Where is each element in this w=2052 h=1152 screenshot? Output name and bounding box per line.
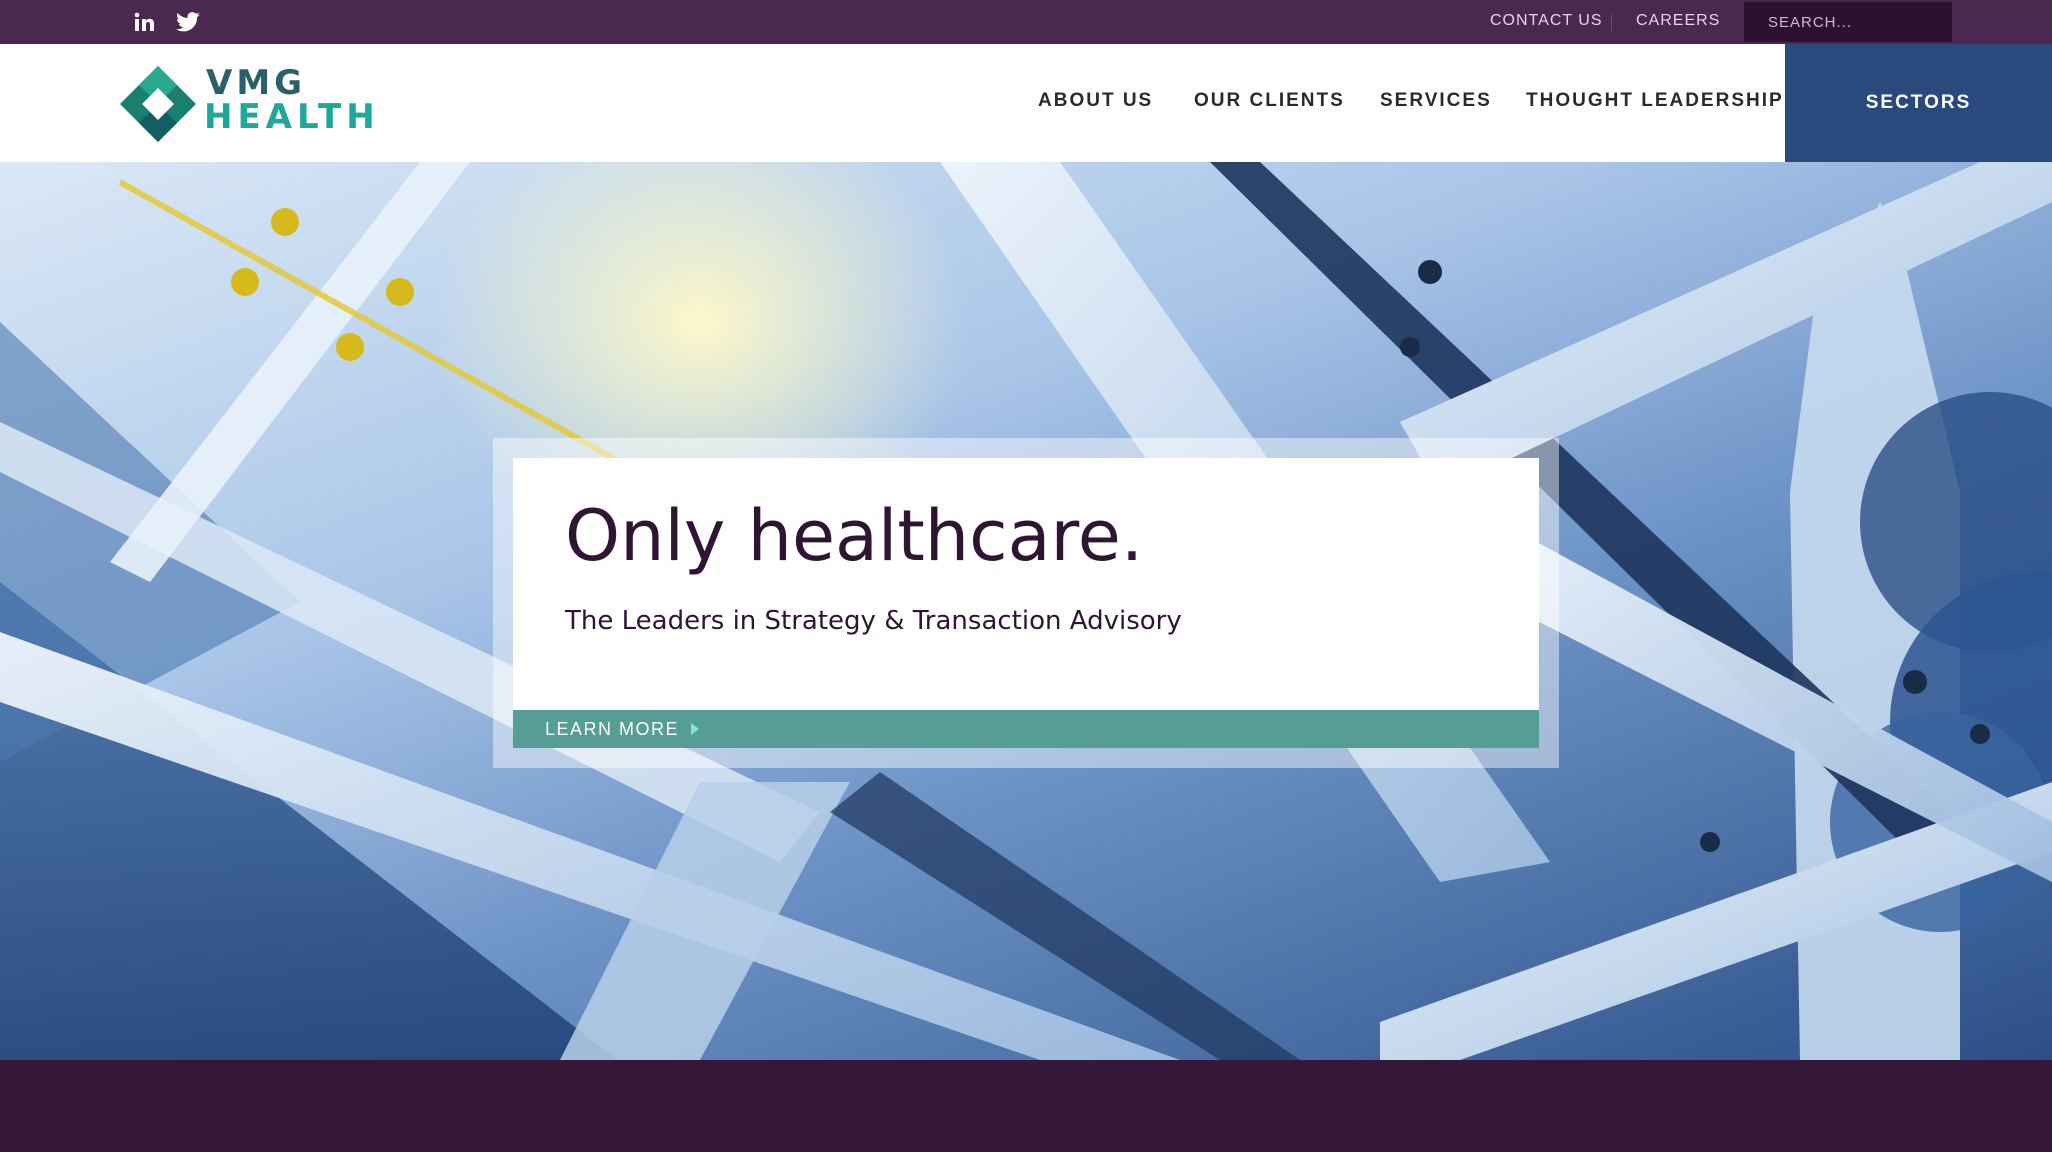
contact-us-link[interactable]: CONTACT US [1490,12,1603,30]
learn-more-button[interactable]: LEARN MORE [513,710,1539,748]
sectors-button[interactable]: SECTORS [1785,44,2052,162]
careers-link[interactable]: CAREERS [1636,12,1720,30]
search-input[interactable] [1744,2,1952,42]
footer-band [0,1060,2052,1152]
twitter-icon[interactable] [176,10,200,34]
linkedin-icon[interactable] [132,10,156,34]
logo-mark-icon [120,66,196,142]
logo-text-health: HEALTH [204,97,380,137]
nav-services[interactable]: SERVICES [1380,90,1492,112]
arrow-right-icon [691,723,700,735]
top-bar: CONTACT US CAREERS [0,0,2052,44]
nav-about-us[interactable]: ABOUT US [1038,90,1153,112]
hero-card: Only healthcare. The Leaders in Strategy… [513,458,1539,748]
learn-more-label: LEARN MORE [545,718,680,739]
hero-headline: Only healthcare. [565,495,1144,577]
hero-subheadline: The Leaders in Strategy & Transaction Ad… [565,606,1182,636]
vmg-health-logo[interactable]: VMG HEALTH [118,62,378,144]
topbar-divider [1611,13,1612,31]
logo-text-vmg: VMG [206,63,307,103]
nav-thought-leadership[interactable]: THOUGHT LEADERSHIP [1526,90,1784,112]
nav-our-clients[interactable]: OUR CLIENTS [1194,90,1345,112]
main-header: VMG HEALTH ABOUT US OUR CLIENTS SERVICES… [0,44,2052,162]
